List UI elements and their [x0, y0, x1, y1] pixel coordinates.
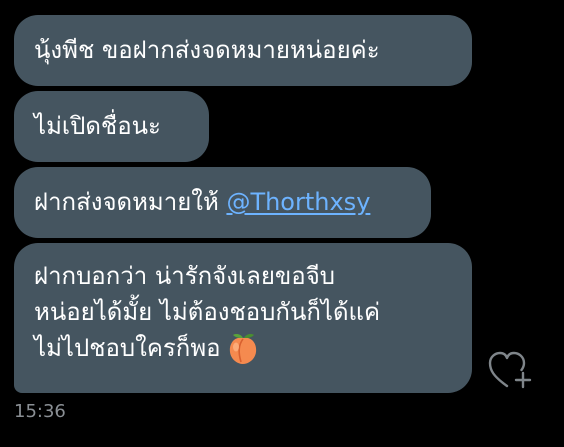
- message-line-1: ฝากบอกว่า น่ารักจังเลยขอจีบ: [34, 262, 336, 290]
- message-line-3: ไม่ไปชอบใครก็พอ: [34, 330, 452, 366]
- message-bubble-4[interactable]: ฝากบอกว่า น่ารักจังเลยขอจีบ หน่อยได้มั้ย…: [14, 243, 472, 393]
- peach-icon: [229, 334, 256, 364]
- message-bubble-2[interactable]: ไม่เปิดชื่อนะ: [14, 91, 209, 162]
- message-line-3-text: ไม่ไปชอบใครก็พอ: [34, 334, 221, 362]
- message-text: ไม่เปิดชื่อนะ: [34, 112, 161, 140]
- heart-plus-icon[interactable]: [487, 350, 535, 392]
- message-text: ฝากส่งจดหมายให้: [34, 188, 227, 216]
- message-timestamp: 15:36: [14, 401, 66, 422]
- message-text: นุ้งพีช ขอฝากส่งจดหมายหน่อยค่ะ: [34, 36, 380, 64]
- message-bubble-1[interactable]: นุ้งพีช ขอฝากส่งจดหมายหน่อยค่ะ: [14, 15, 472, 86]
- message-line-2: หน่อยได้มั้ย ไม่ต้องชอบกันก็ได้แค่: [34, 298, 381, 326]
- mention-link[interactable]: @Thorthxsy: [226, 188, 370, 216]
- message-bubble-3[interactable]: ฝากส่งจดหมายให้ @Thorthxsy: [14, 167, 431, 238]
